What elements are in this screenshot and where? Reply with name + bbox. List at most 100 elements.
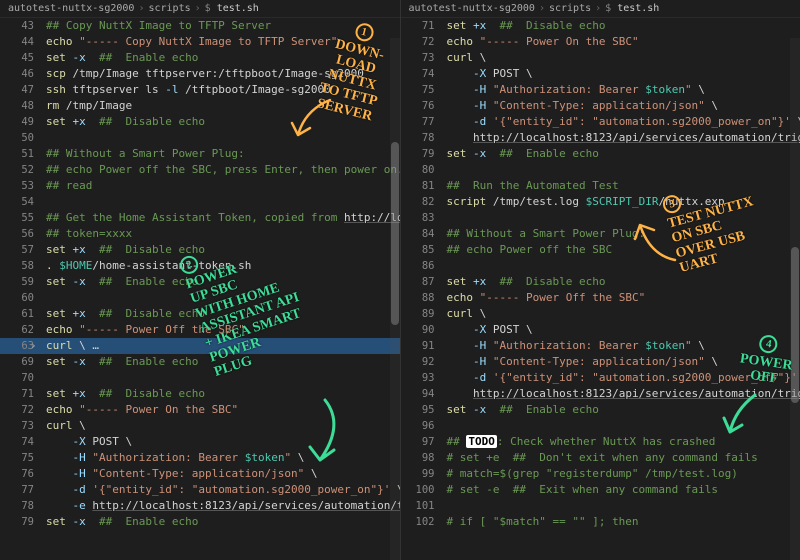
code-content[interactable]: ## Without a Smart Power Plug: bbox=[42, 146, 400, 162]
code-content[interactable]: curl \ bbox=[42, 418, 400, 434]
breadcrumb-file[interactable]: test.sh bbox=[617, 3, 659, 14]
code-content[interactable] bbox=[42, 194, 400, 210]
code-content[interactable]: ## token=xxxx bbox=[42, 226, 400, 242]
code-line[interactable]: 73curl \ bbox=[401, 50, 800, 66]
code-content[interactable]: ssh tftpserver ls -l /tftpboot/Image-sg2… bbox=[42, 82, 400, 98]
code-content[interactable]: ## Run the Automated Test bbox=[443, 178, 800, 194]
code-line[interactable]: 96 bbox=[401, 418, 800, 434]
scrollbar[interactable] bbox=[790, 38, 800, 560]
code-content[interactable] bbox=[443, 418, 800, 434]
code-content[interactable]: set +x ## Disable echo bbox=[42, 386, 400, 402]
code-content[interactable]: script /tmp/test.log $SCRIPT_DIR/nuttx.e… bbox=[443, 194, 800, 210]
code-line[interactable]: 74 -X POST \ bbox=[0, 434, 400, 450]
code-content[interactable]: set +x ## Disable echo bbox=[443, 274, 800, 290]
code-line[interactable]: 72echo "----- Power On the SBC" bbox=[0, 402, 400, 418]
code-line[interactable]: 91 -H "Authorization: Bearer $token" \ bbox=[401, 338, 800, 354]
code-line[interactable]: 78 -e http://localhost:8123/api/services… bbox=[0, 498, 400, 514]
code-line[interactable]: 73curl \ bbox=[0, 418, 400, 434]
code-line[interactable]: 88echo "----- Power Off the SBC" bbox=[401, 290, 800, 306]
code-content[interactable]: ## read bbox=[42, 178, 400, 194]
code-line[interactable]: 72echo "----- Power On the SBC" bbox=[401, 34, 800, 50]
breadcrumb[interactable]: autotest-nuttx-sg2000 › scripts › $ test… bbox=[401, 0, 800, 18]
code-line[interactable]: 56## token=xxxx bbox=[0, 226, 400, 242]
code-content[interactable]: http://localhost:8123/api/services/autom… bbox=[443, 386, 800, 402]
code-line[interactable]: 86 bbox=[401, 258, 800, 274]
code-content[interactable]: ## echo Power off the SBC, press Enter, … bbox=[42, 162, 400, 178]
code-line[interactable]: 49set +x ## Disable echo bbox=[0, 114, 400, 130]
code-content[interactable]: -H "Authorization: Bearer $token" \ bbox=[42, 450, 400, 466]
code-content[interactable]: set +x ## Disable echo bbox=[42, 242, 400, 258]
code-content[interactable]: echo "----- Power Off the SBC" bbox=[443, 290, 800, 306]
code-line[interactable]: 48rm /tmp/Image bbox=[0, 98, 400, 114]
breadcrumb-folder[interactable]: scripts bbox=[549, 3, 591, 14]
code-content[interactable]: ## TODO: Check whether NuttX has crashed bbox=[443, 434, 800, 450]
code-line[interactable]: 93 -d '{"entity_id": "automation.sg2000_… bbox=[401, 370, 800, 386]
code-content[interactable] bbox=[443, 162, 800, 178]
code-line[interactable]: 80 bbox=[401, 162, 800, 178]
code-content[interactable]: ## echo Power off the SBC bbox=[443, 242, 800, 258]
code-line[interactable]: 97## TODO: Check whether NuttX has crash… bbox=[401, 434, 800, 450]
breadcrumb-root[interactable]: autotest-nuttx-sg2000 bbox=[409, 3, 535, 14]
code-editor-right[interactable]: 71set +x ## Disable echo72echo "----- Po… bbox=[401, 18, 800, 560]
breadcrumb-root[interactable]: autotest-nuttx-sg2000 bbox=[8, 3, 134, 14]
code-content[interactable]: curl \ … bbox=[42, 338, 400, 354]
code-content[interactable]: echo "----- Copy NuttX Image to TFTP Ser… bbox=[42, 34, 400, 50]
code-line[interactable]: 44echo "----- Copy NuttX Image to TFTP S… bbox=[0, 34, 400, 50]
code-line[interactable]: 84## Without a Smart Power Plug: bbox=[401, 226, 800, 242]
code-line[interactable]: 81## Run the Automated Test bbox=[401, 178, 800, 194]
code-content[interactable]: http://localhost:8123/api/services/autom… bbox=[443, 130, 800, 146]
code-content[interactable]: -d '{"entity_id": "automation.sg2000_pow… bbox=[443, 114, 800, 130]
code-line[interactable]: 75 -H "Authorization: Bearer $token" \ bbox=[0, 450, 400, 466]
code-content[interactable]: scp /tmp/Image tftpserver:/tftpboot/Imag… bbox=[42, 66, 400, 82]
code-line[interactable]: 50 bbox=[0, 130, 400, 146]
code-content[interactable]: set -x ## Enable echo bbox=[42, 50, 400, 66]
code-content[interactable]: set +x ## Disable echo bbox=[42, 306, 400, 322]
code-content[interactable]: ## Get the Home Assistant Token, copied … bbox=[42, 210, 400, 226]
code-line[interactable]: 78 http://localhost:8123/api/services/au… bbox=[401, 130, 800, 146]
code-line[interactable]: 59set -x ## Enable echo bbox=[0, 274, 400, 290]
code-content[interactable]: # set +e ## Don't exit when any command … bbox=[443, 450, 800, 466]
breadcrumb[interactable]: autotest-nuttx-sg2000 › scripts › $ test… bbox=[0, 0, 400, 18]
code-content[interactable]: echo "----- Power Off the SBC" bbox=[42, 322, 400, 338]
code-line[interactable]: 53## read bbox=[0, 178, 400, 194]
code-line[interactable]: 75 -H "Authorization: Bearer $token" \ bbox=[401, 82, 800, 98]
code-line[interactable]: 76 -H "Content-Type: application/json" \ bbox=[0, 466, 400, 482]
code-content[interactable]: # match=$(grep "registerdump" /tmp/test.… bbox=[443, 466, 800, 482]
code-line[interactable]: 55## Get the Home Assistant Token, copie… bbox=[0, 210, 400, 226]
code-line[interactable]: 51## Without a Smart Power Plug: bbox=[0, 146, 400, 162]
code-content[interactable]: -H "Content-Type: application/json" \ bbox=[443, 98, 800, 114]
code-line[interactable]: 61set +x ## Disable echo bbox=[0, 306, 400, 322]
code-content[interactable]: -H "Content-Type: application/json" \ bbox=[443, 354, 800, 370]
code-content[interactable]: . $HOME/home-assistant-token.sh bbox=[42, 258, 400, 274]
code-line[interactable]: 95set -x ## Enable echo bbox=[401, 402, 800, 418]
code-line[interactable]: 77 -d '{"entity_id": "automation.sg2000_… bbox=[401, 114, 800, 130]
code-content[interactable]: -H "Content-Type: application/json" \ bbox=[42, 466, 400, 482]
code-content[interactable]: ## Copy NuttX Image to TFTP Server bbox=[42, 18, 400, 34]
code-line[interactable]: 99# match=$(grep "registerdump" /tmp/tes… bbox=[401, 466, 800, 482]
code-content[interactable] bbox=[42, 130, 400, 146]
code-line[interactable]: 77 -d '{"entity_id": "automation.sg2000_… bbox=[0, 482, 400, 498]
code-content[interactable]: curl \ bbox=[443, 50, 800, 66]
scrollbar[interactable] bbox=[390, 38, 400, 560]
code-content[interactable]: -e http://localhost:8123/api/services/au… bbox=[42, 498, 400, 514]
code-line[interactable]: 47ssh tftpserver ls -l /tftpboot/Image-s… bbox=[0, 82, 400, 98]
code-content[interactable]: -X POST \ bbox=[443, 322, 800, 338]
code-line[interactable]: 43## Copy NuttX Image to TFTP Server bbox=[0, 18, 400, 34]
code-line[interactable]: 57set +x ## Disable echo bbox=[0, 242, 400, 258]
code-content[interactable]: rm /tmp/Image bbox=[42, 98, 400, 114]
code-line[interactable]: 89curl \ bbox=[401, 306, 800, 322]
code-line[interactable]: 79set -x ## Enable echo bbox=[401, 146, 800, 162]
breadcrumb-folder[interactable]: scripts bbox=[148, 3, 190, 14]
code-content[interactable]: set +x ## Disable echo bbox=[42, 114, 400, 130]
code-line[interactable]: 70 bbox=[0, 370, 400, 386]
code-line[interactable]: 71set +x ## Disable echo bbox=[0, 386, 400, 402]
code-content[interactable]: set -x ## Enable echo bbox=[443, 402, 800, 418]
code-line[interactable]: 52## echo Power off the SBC, press Enter… bbox=[0, 162, 400, 178]
code-line[interactable]: 79set -x ## Enable echo bbox=[0, 514, 400, 530]
code-content[interactable]: ## Without a Smart Power Plug: bbox=[443, 226, 800, 242]
code-content[interactable] bbox=[443, 258, 800, 274]
code-content[interactable]: set -x ## Enable echo bbox=[42, 274, 400, 290]
code-line[interactable]: 85## echo Power off the SBC bbox=[401, 242, 800, 258]
code-line[interactable]: 102# if [ "$match" == "" ]; then bbox=[401, 514, 800, 530]
code-line[interactable]: 101 bbox=[401, 498, 800, 514]
